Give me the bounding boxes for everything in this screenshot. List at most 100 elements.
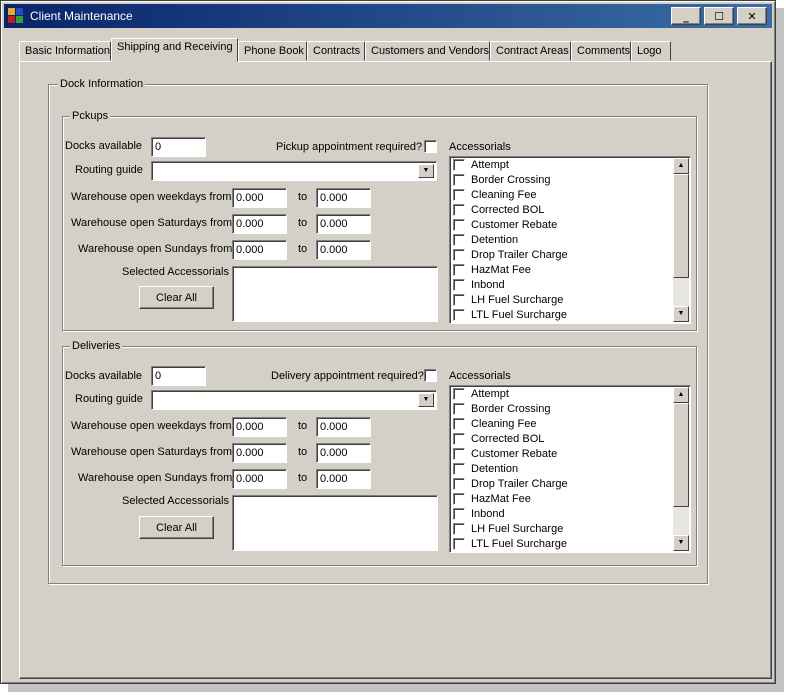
- list-item[interactable]: Cleaning Fee: [453, 417, 673, 432]
- list-item[interactable]: Border Crossing: [453, 402, 673, 417]
- client-maintenance-window: Client Maintenance _ ☐ ✕ Basic Informati…: [0, 0, 776, 684]
- accessorial-checkbox[interactable]: [453, 174, 465, 186]
- scroll-thumb[interactable]: [673, 174, 689, 278]
- delivery-clear-all-button[interactable]: Clear All: [139, 516, 214, 539]
- list-item[interactable]: Corrected BOL: [453, 203, 673, 218]
- pickup-clear-all-button[interactable]: Clear All: [139, 286, 214, 309]
- delivery-appointment-label: Delivery appointment required?: [271, 370, 424, 382]
- accessorial-checkbox[interactable]: [453, 234, 465, 246]
- close-button[interactable]: ✕: [737, 7, 767, 25]
- delivery-selected-accessorials-box[interactable]: [232, 495, 438, 551]
- tab-basic-information[interactable]: Basic Information: [19, 41, 111, 61]
- accessorial-checkbox[interactable]: [453, 508, 465, 520]
- dock-information-label: Dock Information: [58, 78, 146, 90]
- delivery-saturdays-to-input[interactable]: [316, 443, 371, 463]
- list-item[interactable]: Inbond: [453, 507, 673, 522]
- delivery-accessorials-label: Accessorials: [449, 370, 511, 382]
- scroll-down-icon[interactable]: ▼: [673, 306, 689, 322]
- accessorial-checkbox[interactable]: [453, 159, 465, 171]
- list-item[interactable]: Customer Rebate: [453, 218, 673, 233]
- accessorial-checkbox[interactable]: [453, 189, 465, 201]
- list-item[interactable]: Detention: [453, 233, 673, 248]
- accessorial-checkbox[interactable]: [453, 493, 465, 505]
- delivery-docks-input[interactable]: [151, 366, 206, 386]
- list-item[interactable]: HazMat Fee: [453, 492, 673, 507]
- pickup-weekdays-from-input[interactable]: [232, 188, 287, 208]
- list-item[interactable]: LH Fuel Surcharge: [453, 522, 673, 537]
- tab-logo[interactable]: Logo: [631, 41, 671, 61]
- accessorial-checkbox[interactable]: [453, 538, 465, 550]
- list-item[interactable]: Border Crossing: [453, 173, 673, 188]
- list-item[interactable]: HazMat Fee: [453, 263, 673, 278]
- tab-customers-and-vendors[interactable]: Customers and Vendors: [365, 41, 490, 61]
- delivery-sundays-from-input[interactable]: [232, 469, 287, 489]
- delivery-weekdays-from-input[interactable]: [232, 417, 287, 437]
- delivery-sundays-to-input[interactable]: [316, 469, 371, 489]
- delivery-weekdays-label: Warehouse open weekdays from: [71, 420, 232, 432]
- pickup-saturdays-to-input[interactable]: [316, 214, 371, 234]
- accessorial-checkbox[interactable]: [453, 463, 465, 475]
- tab-contract-areas[interactable]: Contract Areas: [490, 41, 571, 61]
- list-item[interactable]: Attempt: [453, 158, 673, 173]
- title-bar[interactable]: Client Maintenance _ ☐ ✕: [4, 4, 772, 28]
- list-item[interactable]: Customer Rebate: [453, 447, 673, 462]
- scroll-down-icon[interactable]: ▼: [673, 535, 689, 551]
- accessorial-checkbox[interactable]: [453, 294, 465, 306]
- accessorial-checkbox[interactable]: [453, 249, 465, 261]
- chevron-down-icon[interactable]: ▼: [418, 393, 434, 407]
- deliveries-label: Deliveries: [70, 340, 123, 352]
- tab-contracts[interactable]: Contracts: [307, 41, 365, 61]
- delivery-appointment-checkbox[interactable]: [424, 369, 437, 382]
- accessorial-checkbox[interactable]: [453, 523, 465, 535]
- scroll-up-icon[interactable]: ▲: [673, 387, 689, 403]
- delivery-saturdays-from-input[interactable]: [232, 443, 287, 463]
- delivery-saturdays-to-label: to: [298, 446, 308, 458]
- delivery-weekdays-to-input[interactable]: [316, 417, 371, 437]
- accessorial-checkbox[interactable]: [453, 219, 465, 231]
- pickups-label: Pckups: [70, 110, 111, 122]
- accessorial-checkbox[interactable]: [453, 309, 465, 321]
- accessorial-checkbox[interactable]: [453, 448, 465, 460]
- list-item[interactable]: Attempt: [453, 387, 673, 402]
- delivery-accessorials-list[interactable]: Attempt Border Crossing Cleaning Fee Cor…: [449, 385, 691, 553]
- list-item[interactable]: LTL Fuel Surcharge: [453, 537, 673, 552]
- chevron-down-icon[interactable]: ▼: [418, 164, 434, 178]
- list-item[interactable]: Inbond: [453, 278, 673, 293]
- scroll-thumb[interactable]: [673, 403, 689, 507]
- pickup-selected-accessorials-box[interactable]: [232, 266, 438, 322]
- minimize-button[interactable]: _: [671, 7, 701, 25]
- scroll-up-icon[interactable]: ▲: [673, 158, 689, 174]
- accessorial-checkbox[interactable]: [453, 279, 465, 291]
- tab-comments[interactable]: Comments: [571, 41, 631, 61]
- accessorial-checkbox[interactable]: [453, 388, 465, 400]
- list-item[interactable]: LTL Fuel Surcharge: [453, 308, 673, 323]
- pickup-accessorials-list[interactable]: Attempt Border Crossing Cleaning Fee Cor…: [449, 156, 691, 324]
- tab-phone-book[interactable]: Phone Book: [238, 41, 307, 61]
- pickup-sundays-to-input[interactable]: [316, 240, 371, 260]
- accessorial-checkbox[interactable]: [453, 403, 465, 415]
- list-item[interactable]: Drop Trailer Charge: [453, 477, 673, 492]
- delivery-accessorials-scrollbar[interactable]: ▲ ▼: [673, 387, 689, 551]
- pickup-saturdays-from-input[interactable]: [232, 214, 287, 234]
- accessorial-checkbox[interactable]: [453, 418, 465, 430]
- delivery-routing-combo[interactable]: ▼: [151, 390, 437, 410]
- list-item[interactable]: Cleaning Fee: [453, 188, 673, 203]
- list-item[interactable]: Drop Trailer Charge: [453, 248, 673, 263]
- pickup-sundays-from-input[interactable]: [232, 240, 287, 260]
- pickup-accessorials-label: Accessorials: [449, 141, 511, 153]
- list-item[interactable]: Detention: [453, 462, 673, 477]
- accessorial-checkbox[interactable]: [453, 204, 465, 216]
- maximize-button[interactable]: ☐: [704, 7, 734, 25]
- accessorial-checkbox[interactable]: [453, 264, 465, 276]
- tab-shipping-and-receiving[interactable]: Shipping and Receiving: [111, 38, 238, 62]
- pickup-weekdays-to-label: to: [298, 191, 308, 203]
- accessorial-checkbox[interactable]: [453, 478, 465, 490]
- pickup-routing-combo[interactable]: ▼: [151, 161, 437, 181]
- list-item[interactable]: LH Fuel Surcharge: [453, 293, 673, 308]
- pickup-appointment-checkbox[interactable]: [424, 140, 437, 153]
- list-item[interactable]: Corrected BOL: [453, 432, 673, 447]
- pickup-weekdays-to-input[interactable]: [316, 188, 371, 208]
- accessorial-checkbox[interactable]: [453, 433, 465, 445]
- pickup-docks-input[interactable]: [151, 137, 206, 157]
- pickup-accessorials-scrollbar[interactable]: ▲ ▼: [673, 158, 689, 322]
